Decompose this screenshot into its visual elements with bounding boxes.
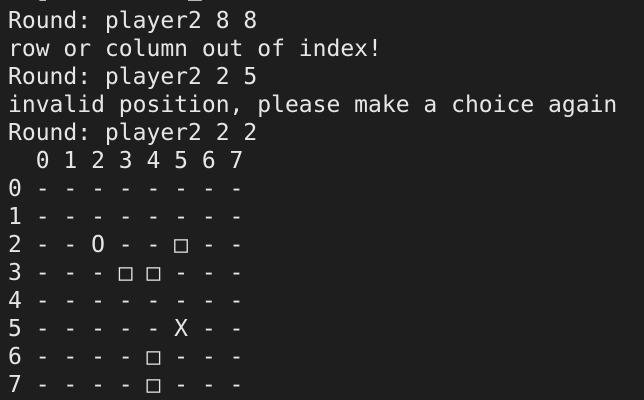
board-row-1: 1 - - - - - - - - xyxy=(8,204,244,230)
log-line-2: row or column out of index! xyxy=(8,36,382,62)
board-row-0: 0 - - - - - - - - xyxy=(8,176,244,202)
terminal-output: Round: player2 8 8 row or column out of … xyxy=(0,7,617,399)
log-line-1: Round: player2 8 8 xyxy=(8,8,258,34)
board-row-2: 2 - - O - - □ - - xyxy=(8,232,244,258)
board-column-header: 0 1 2 3 4 5 6 7 xyxy=(8,148,244,174)
log-line-5: Round: player2 2 2 xyxy=(8,120,258,146)
board-row-7: 7 - - - - □ - - - xyxy=(8,372,244,398)
log-line-3: Round: player2 2 5 xyxy=(8,64,258,90)
partial-board-row-top: ▯ □ xyxy=(0,0,644,7)
board-row-3: 3 - - - □ □ - - - xyxy=(8,260,244,286)
board-row-4: 4 - - - - - - - - xyxy=(8,288,244,314)
log-line-4: invalid position, please make a choice a… xyxy=(8,92,618,118)
board-row-5: 5 - - - - - X - - xyxy=(8,316,244,342)
terminal-window[interactable]: ▯ □ Round: player2 8 8 row or column out… xyxy=(0,0,644,400)
board-row-6: 6 - - - - □ - - - xyxy=(8,344,244,370)
